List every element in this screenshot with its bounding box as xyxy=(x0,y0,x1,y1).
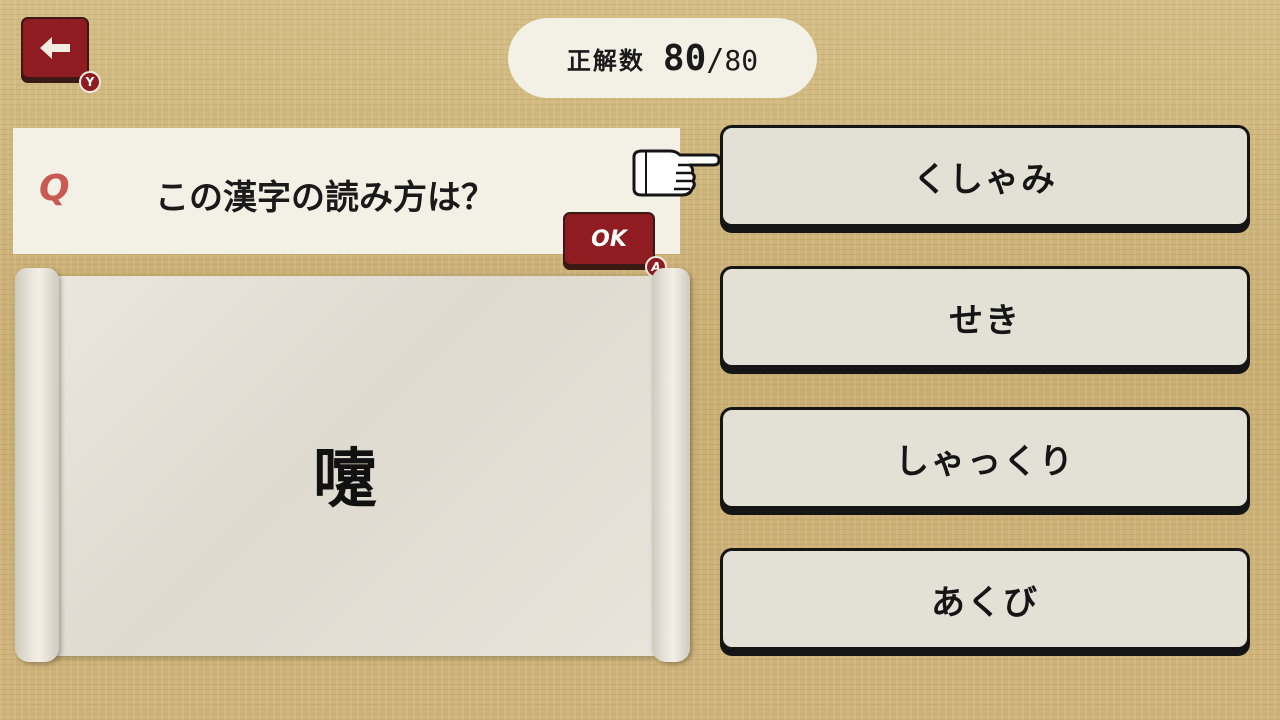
ok-button-label: OK xyxy=(591,226,627,252)
y-button-hint: Y xyxy=(79,71,101,93)
score-total: 80 xyxy=(724,43,759,77)
score-value: 80/80 xyxy=(663,38,758,79)
pointing-hand-icon xyxy=(632,149,720,197)
question-marker: Q xyxy=(39,168,70,209)
answer-choice-label: せき xyxy=(949,300,1021,341)
ok-button[interactable]: OK A xyxy=(563,212,667,278)
answer-choice-2[interactable]: せき xyxy=(720,266,1250,368)
question-text: この漢字の読み方は？ xyxy=(155,178,495,218)
arrow-left-icon xyxy=(40,37,70,59)
scroll-rod-left xyxy=(15,268,59,662)
answer-choice-3[interactable]: しゃっくり xyxy=(720,407,1250,509)
answer-choice-label: あくび xyxy=(931,582,1039,623)
kanji-scroll: 嚔 xyxy=(15,268,690,662)
answer-choice-label: くしゃみ xyxy=(913,159,1057,200)
back-button[interactable]: Y xyxy=(21,17,101,93)
score-current: 80 xyxy=(662,37,707,79)
kanji-character: 嚔 xyxy=(313,443,377,517)
answer-choice-1[interactable]: くしゃみ xyxy=(720,125,1250,227)
scroll-rod-right xyxy=(652,268,690,662)
score-separator: / xyxy=(706,42,725,78)
answer-choice-4[interactable]: あくび xyxy=(720,548,1250,650)
answer-choice-label: しゃっくり xyxy=(895,441,1075,482)
score-label: 正解数 xyxy=(566,46,645,75)
score-display: 正解数 80/80 xyxy=(508,18,817,98)
